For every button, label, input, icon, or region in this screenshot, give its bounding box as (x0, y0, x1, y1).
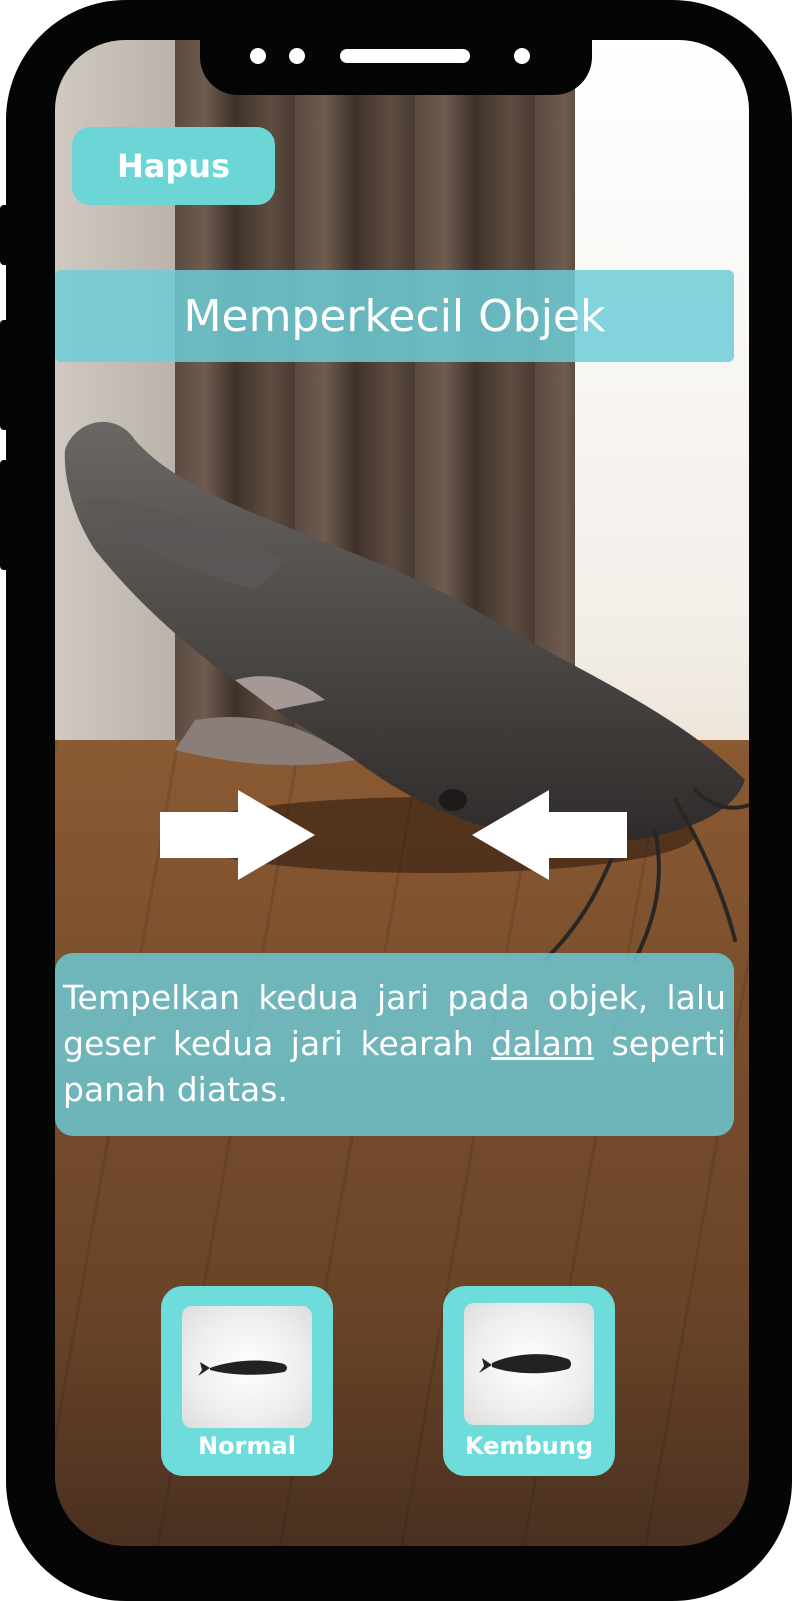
fish-thumbnail-icon (464, 1303, 594, 1425)
page-title: Memperkecil Objek (183, 290, 606, 342)
kembung-fish-button[interactable]: Kembung (443, 1286, 615, 1476)
arrow-left-icon (472, 790, 627, 880)
camera-dot (514, 48, 530, 64)
choice-label: Normal (198, 1432, 296, 1460)
fish-thumbnail-icon (182, 1306, 312, 1428)
instruction-text: Tempelkan kedua jari pada objek, lalu ge… (55, 953, 734, 1136)
normal-fish-button[interactable]: Normal (161, 1286, 333, 1476)
arrow-right-icon (160, 790, 315, 880)
camera-dot (289, 48, 305, 64)
side-button (0, 460, 10, 570)
side-button (0, 320, 10, 430)
catfish-3d-model[interactable] (55, 380, 749, 1000)
hapus-button[interactable]: Hapus (72, 127, 275, 205)
camera-dot (250, 48, 266, 64)
speaker-grille (340, 49, 470, 63)
power-button (780, 355, 792, 535)
instruction-emphasis: dalam (491, 1024, 594, 1063)
title-banner: Memperkecil Objek (55, 270, 734, 362)
choice-label: Kembung (465, 1432, 593, 1460)
side-button (0, 205, 10, 265)
